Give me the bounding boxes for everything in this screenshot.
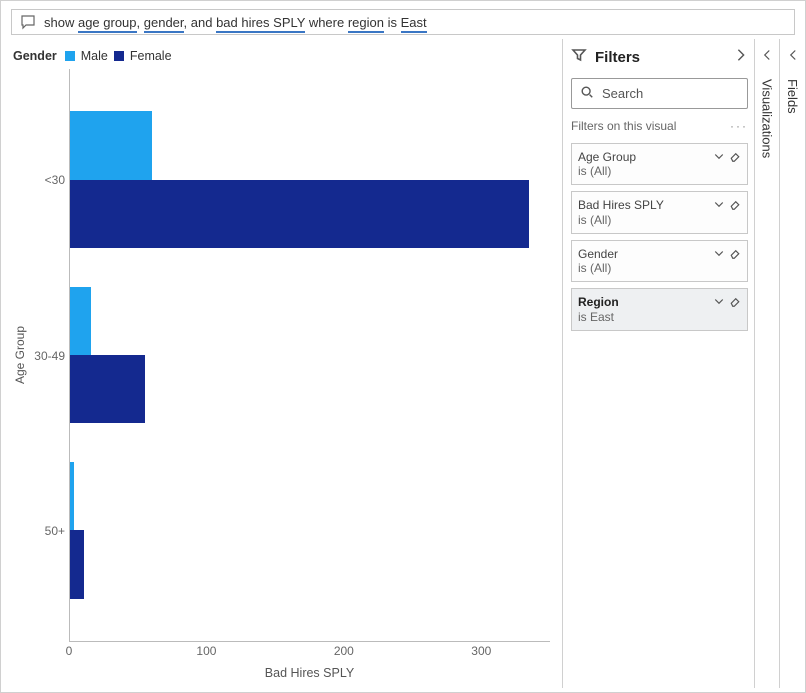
legend-label-male: Male xyxy=(81,49,108,63)
filter-name: Gender xyxy=(578,247,709,261)
filter-name: Bad Hires SPLY xyxy=(578,198,709,212)
y-tick-label: 50+ xyxy=(45,524,65,538)
chart-legend: Gender Male Female xyxy=(13,49,550,63)
filter-name: Region xyxy=(578,295,709,309)
chevron-left-icon xyxy=(787,49,799,61)
bar-male[interactable] xyxy=(70,462,74,530)
plot-area xyxy=(69,69,550,642)
chat-icon xyxy=(20,14,36,30)
x-axis-label: Bad Hires SPLY xyxy=(265,666,354,680)
filters-pane: Filters Search Filters on this visual ··… xyxy=(563,39,755,688)
legend-title: Gender xyxy=(13,49,57,63)
eraser-icon[interactable] xyxy=(729,247,741,262)
chart-visual[interactable]: Gender Male Female Age Group <30 30-49 50+… xyxy=(1,39,563,688)
bar-female[interactable] xyxy=(70,530,84,598)
legend-swatch-female xyxy=(114,51,124,61)
fields-pane-collapsed[interactable]: Fields xyxy=(780,39,805,688)
bar-group xyxy=(70,111,550,248)
bar-group xyxy=(70,287,550,424)
bar-group xyxy=(70,462,550,599)
filter-name: Age Group xyxy=(578,150,709,164)
chevron-right-icon[interactable] xyxy=(734,48,748,67)
filters-search-input[interactable]: Search xyxy=(571,78,748,109)
filter-card[interactable]: Age Groupis (All) xyxy=(571,143,748,185)
x-tick-label: 100 xyxy=(196,644,216,658)
bar-female[interactable] xyxy=(70,180,529,248)
y-tick-label: 30-49 xyxy=(34,349,65,363)
filters-section-label: Filters on this visual xyxy=(571,119,730,133)
filter-condition: is (All) xyxy=(578,261,709,275)
x-axis: Bad Hires SPLY 0 100 200 300 xyxy=(69,642,550,680)
visualizations-pane-collapsed[interactable]: Visualizations xyxy=(755,39,780,688)
x-tick-label: 0 xyxy=(66,644,73,658)
y-axis-ticks: <30 30-49 50+ xyxy=(31,69,69,642)
y-axis-label: Age Group xyxy=(13,326,27,384)
filter-condition: is (All) xyxy=(578,213,709,227)
filter-card[interactable]: Bad Hires SPLYis (All) xyxy=(571,191,748,233)
fields-label: Fields xyxy=(785,79,800,114)
chevron-down-icon[interactable] xyxy=(713,295,725,310)
legend-label-female: Female xyxy=(130,49,172,63)
legend-swatch-male xyxy=(65,51,75,61)
visualizations-label: Visualizations xyxy=(760,79,775,158)
filter-icon xyxy=(571,47,587,68)
eraser-icon[interactable] xyxy=(729,150,741,165)
x-tick-label: 300 xyxy=(471,644,491,658)
chevron-down-icon[interactable] xyxy=(713,247,725,262)
eraser-icon[interactable] xyxy=(729,295,741,310)
search-placeholder: Search xyxy=(602,86,643,101)
filter-condition: is (All) xyxy=(578,164,709,178)
search-icon xyxy=(580,85,594,102)
bar-male[interactable] xyxy=(70,287,91,355)
filter-card[interactable]: Genderis (All) xyxy=(571,240,748,282)
eraser-icon[interactable] xyxy=(729,198,741,213)
qa-text: show age group, gender, and bad hires SP… xyxy=(44,15,427,30)
y-tick-label: <30 xyxy=(45,173,65,187)
chevron-down-icon[interactable] xyxy=(713,198,725,213)
filters-title: Filters xyxy=(595,49,726,66)
more-options-icon[interactable]: ··· xyxy=(730,119,748,133)
qa-input-bar[interactable]: show age group, gender, and bad hires SP… xyxy=(11,9,795,35)
chevron-down-icon[interactable] xyxy=(713,150,725,165)
x-tick-label: 200 xyxy=(334,644,354,658)
chevron-left-icon xyxy=(761,49,773,61)
filter-card[interactable]: Regionis East xyxy=(571,288,748,330)
bar-male[interactable] xyxy=(70,111,152,179)
bar-female[interactable] xyxy=(70,355,145,423)
filter-condition: is East xyxy=(578,310,709,324)
